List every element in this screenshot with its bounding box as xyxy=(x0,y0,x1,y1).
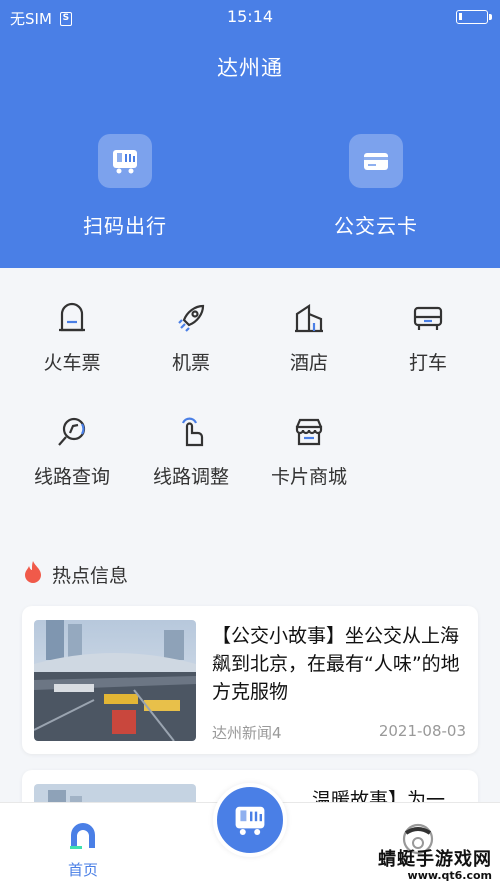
watermark-main: 蜻蜓手游戏网 xyxy=(378,849,492,870)
tab-home[interactable]: 首页 xyxy=(55,823,111,880)
status-time: 15:14 xyxy=(226,7,274,26)
touch-adjust-icon xyxy=(173,414,209,450)
hot-info-header: 热点信息 xyxy=(22,560,128,589)
scan-ride-label: 扫码出行 xyxy=(83,214,167,238)
page-title: 达州通 xyxy=(217,56,283,80)
news-date: 2021-08-03 xyxy=(378,722,466,740)
news-source: 达州新闻4 xyxy=(212,724,282,742)
home-icon xyxy=(70,823,95,849)
grid-item-route-adjust[interactable]: 线路调整 xyxy=(131,414,251,489)
grid-label: 卡片商城 xyxy=(270,466,347,488)
bus-scan-icon xyxy=(235,806,265,835)
tab-home-label: 首页 xyxy=(67,861,98,879)
hotel-icon xyxy=(291,300,327,336)
grid-label: 酒店 xyxy=(289,352,328,374)
taxi-icon xyxy=(410,300,446,336)
grid-item-train[interactable]: 火车票 xyxy=(12,300,132,375)
bus-card-label: 公交云卡 xyxy=(334,214,418,238)
status-bar: 无SIM S 15:14 xyxy=(0,0,500,34)
scan-ride-button[interactable]: 扫码出行 xyxy=(45,134,205,239)
header: 无SIM S 15:14 达州通 扫码出行 公交云卡 xyxy=(0,0,500,268)
news-card[interactable]: 【公交小故事】坐公交从上海飙到北京，在最有“人味”的地方克服物 达州新闻4 20… xyxy=(22,606,478,754)
shop-icon xyxy=(291,414,327,450)
grid-label: 打车 xyxy=(408,352,447,374)
train-icon xyxy=(54,300,90,336)
grid-item-route-search[interactable]: 线路查询 xyxy=(12,414,132,489)
battery-icon xyxy=(456,10,492,24)
grid-item-hotel[interactable]: 酒店 xyxy=(249,300,369,375)
grid-item-taxi[interactable]: 打车 xyxy=(368,300,488,375)
watermark: 蜻蜓手游戏网 www.qt6.com xyxy=(378,845,492,882)
grid-label: 线路查询 xyxy=(33,466,110,488)
route-search-icon xyxy=(54,414,90,450)
bus-scan-icon xyxy=(98,134,152,188)
news-thumbnail xyxy=(34,620,196,741)
grid-item-flight[interactable]: 机票 xyxy=(131,300,251,375)
grid-label: 火车票 xyxy=(43,352,101,374)
section-title: 热点信息 xyxy=(52,565,129,587)
scan-tab-button[interactable] xyxy=(213,783,287,857)
bus-card-button[interactable]: 公交云卡 xyxy=(296,134,456,239)
card-icon xyxy=(349,134,403,188)
news-title: 【公交小故事】坐公交从上海飙到北京，在最有“人味”的地方克服物 xyxy=(212,625,460,703)
grid-label: 机票 xyxy=(171,352,210,374)
flame-icon xyxy=(22,560,44,589)
grid-item-card-shop[interactable]: 卡片商城 xyxy=(249,414,369,489)
grid-label: 线路调整 xyxy=(152,466,229,488)
rocket-plane-icon xyxy=(173,300,209,336)
